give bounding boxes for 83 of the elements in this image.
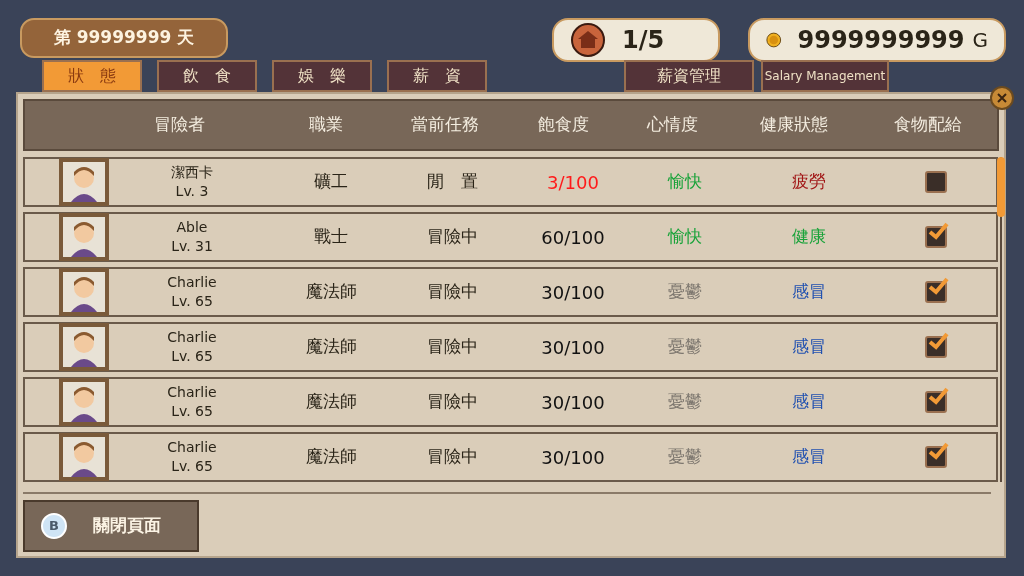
column-header: 職業 (309, 113, 343, 137)
adventurer-row[interactable]: Able Lv. 31 戰士 冒險中 60/100 愉快 健康 (23, 212, 998, 262)
house-token-icon (570, 22, 606, 58)
scrollbar[interactable] (1000, 157, 1002, 482)
check-icon (927, 330, 949, 352)
day-badge: 第 99999999 天 (20, 18, 228, 58)
adventurer-name: Charlie (167, 438, 217, 457)
satiety-text: 30/100 (541, 445, 605, 470)
health-text: 感冒 (791, 390, 826, 414)
column-header: 心情度 (647, 113, 699, 137)
adventurer-level: Lv. 3 (175, 182, 209, 201)
adventurer-row[interactable]: Charlie Lv. 65 魔法師 冒險中 30/100 憂鬱 感冒 (23, 267, 998, 317)
job-text: 魔法師 (305, 280, 357, 304)
satiety-text: 30/100 (541, 390, 605, 415)
check-icon (927, 220, 949, 242)
column-header: 食物配給 (894, 113, 963, 137)
adventurer-row[interactable]: Charlie Lv. 65 魔法師 冒險中 30/100 憂鬱 感冒 (23, 432, 998, 482)
figure-icon (68, 219, 100, 257)
mood-text: 愉快 (668, 170, 702, 194)
mood-text: 憂鬱 (668, 335, 702, 359)
mood-text: 憂鬱 (668, 280, 702, 304)
currency-unit: G (972, 27, 988, 54)
satiety-text: 60/100 (541, 225, 605, 250)
job-text: 礦工 (314, 170, 348, 194)
column-header: 當前任務 (410, 113, 479, 137)
adventurer-level: Lv. 65 (171, 292, 213, 311)
adventurer-level: Lv. 65 (171, 402, 213, 421)
mood-text: 愉快 (668, 225, 702, 249)
close-button[interactable] (990, 86, 1014, 110)
satiety-text: 30/100 (541, 280, 605, 305)
task-text: 閒 置 (426, 170, 478, 194)
tab[interactable]: 娛 樂 (272, 60, 372, 92)
check-icon (927, 440, 949, 462)
adventurer-name: Charlie (167, 328, 217, 347)
job-text: 魔法師 (305, 445, 357, 469)
tab[interactable]: 薪 資 (387, 60, 487, 92)
column-header: 冒險者 (153, 113, 205, 137)
adventurer-name: Charlie (167, 273, 217, 292)
mood-text: 憂鬱 (668, 445, 702, 469)
close-icon (997, 93, 1007, 103)
health-text: 感冒 (791, 335, 826, 359)
task-text: 冒險中 (426, 445, 478, 469)
column-header: 飽食度 (537, 113, 589, 137)
job-text: 戰士 (314, 225, 348, 249)
tab[interactable]: 薪資管理 (624, 60, 754, 92)
figure-icon (68, 439, 100, 477)
task-text: 冒險中 (426, 225, 478, 249)
adventurer-row[interactable]: 潔西卡 Lv. 3 礦工 閒 置 3/100 愉快 疲勞 (23, 157, 998, 207)
adventurer-name: Able (176, 218, 208, 237)
column-header: 健康狀態 (759, 113, 828, 137)
counter-value: 9999999999 (797, 25, 965, 56)
check-icon (927, 385, 949, 407)
figure-icon (68, 164, 100, 202)
adventurer-name: Charlie (167, 383, 217, 402)
health-text: 健康 (791, 225, 826, 249)
task-text: 冒險中 (426, 335, 478, 359)
food-checkbox[interactable] (925, 171, 947, 193)
health-text: 感冒 (791, 280, 826, 304)
satiety-text: 3/100 (547, 170, 599, 195)
mood-text: 憂鬱 (668, 390, 702, 414)
counter-value: 1/5 (622, 25, 665, 56)
task-text: 冒險中 (426, 390, 478, 414)
job-text: 魔法師 (305, 335, 357, 359)
adventurer-row[interactable]: Charlie Lv. 65 魔法師 冒險中 30/100 憂鬱 感冒 (23, 377, 998, 427)
b-key-icon: B (41, 513, 67, 539)
adventurer-level: Lv. 65 (171, 347, 213, 366)
check-icon (927, 275, 949, 297)
satiety-text: 30/100 (541, 335, 605, 360)
adventurer-level: Lv. 31 (171, 237, 213, 256)
figure-icon (68, 384, 100, 422)
tab[interactable]: 飲 食 (157, 60, 257, 92)
figure-icon (68, 274, 100, 312)
job-text: 魔法師 (305, 390, 357, 414)
health-text: 疲勞 (791, 170, 826, 194)
adventurer-name: 潔西卡 (171, 163, 213, 182)
close-page-button[interactable]: B 關閉頁面 (23, 500, 199, 552)
health-text: 感冒 (791, 445, 826, 469)
figure-icon (68, 329, 100, 367)
task-text: 冒險中 (426, 280, 478, 304)
tab[interactable]: Salary Management (761, 60, 889, 92)
adventurer-row[interactable]: Charlie Lv. 65 魔法師 冒險中 30/100 憂鬱 感冒 (23, 322, 998, 372)
tab[interactable]: 狀 態 (42, 60, 142, 92)
adventurer-level: Lv. 65 (171, 457, 213, 476)
